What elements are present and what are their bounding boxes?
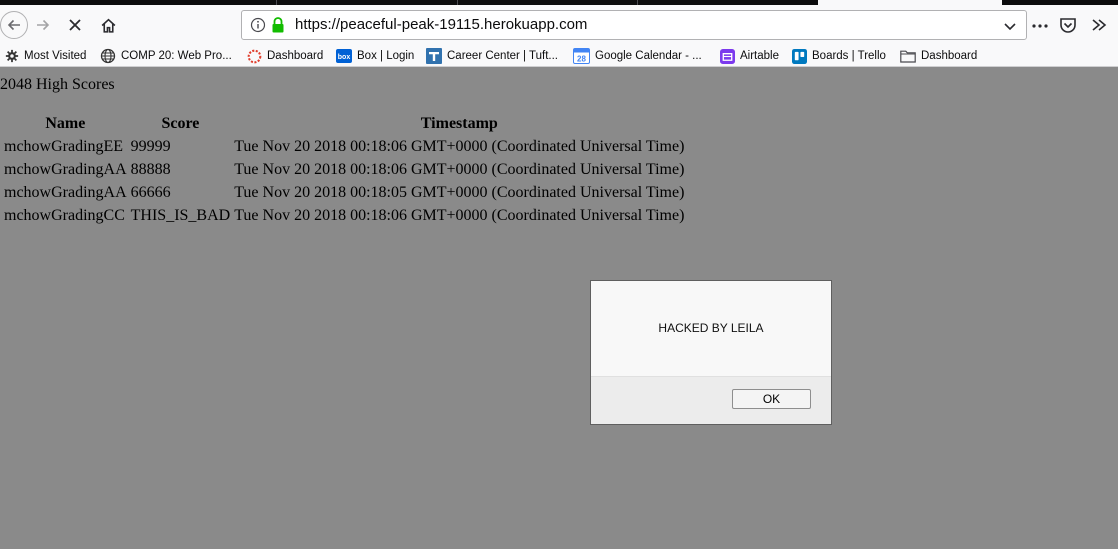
back-button[interactable] (0, 11, 28, 39)
dashboard-icon (247, 49, 262, 63)
page-title: 2048 High Scores (0, 76, 115, 93)
bookmark-trello[interactable]: Boards | Trello (792, 45, 886, 67)
bookmark-career-center[interactable]: Career Center | Tuft... (426, 45, 558, 67)
cell-name: mchowGradingEE (4, 137, 124, 155)
home-button[interactable] (95, 12, 121, 38)
ok-button[interactable]: OK (732, 389, 811, 409)
cell-timestamp: Tue Nov 20 2018 00:18:06 GMT+0000 (Coord… (234, 160, 685, 178)
bookmark-label: Boards | Trello (812, 50, 886, 62)
bookmark-folder-dashboard[interactable]: Dashboard (900, 45, 977, 67)
bookmark-label: Box | Login (357, 50, 415, 62)
svg-text:28: 28 (577, 55, 586, 64)
bookmark-label: Career Center | Tuft... (447, 50, 559, 62)
column-header-score: Score (161, 114, 200, 132)
cell-timestamp: Tue Nov 20 2018 00:18:06 GMT+0000 (Coord… (234, 137, 685, 155)
stop-button[interactable] (62, 12, 88, 38)
bookmark-box-login[interactable]: box Box | Login (336, 45, 414, 67)
bookmark-dashboard[interactable]: Dashboard (247, 45, 323, 67)
overflow-icon[interactable] (1090, 17, 1108, 33)
lock-icon (272, 17, 284, 33)
folder-icon (900, 50, 916, 63)
table-row: mchowGradingAA 66666 Tue Nov 20 2018 00:… (3, 181, 685, 204)
table-row: mchowGradingEE 99999 Tue Nov 20 2018 00:… (3, 135, 685, 158)
back-arrow-icon (7, 19, 20, 31)
bookmark-most-visited[interactable]: Most Visited (5, 45, 86, 67)
cell-score: THIS_IS_BAD (130, 206, 231, 224)
bookmark-label: Dashboard (921, 50, 978, 62)
chevron-down-icon[interactable] (1002, 18, 1018, 34)
cell-score: 66666 (130, 183, 171, 201)
table-row: mchowGradingAA 88888 Tue Nov 20 2018 00:… (3, 158, 685, 181)
bookmark-label: COMP 20: Web Pro... (121, 50, 232, 62)
bookmark-google-calendar[interactable]: 28 Google Calendar - ... (573, 45, 702, 67)
calendar-icon: 28 (573, 48, 590, 64)
cell-timestamp: Tue Nov 20 2018 00:18:06 GMT+0000 (Coord… (234, 206, 685, 224)
cell-name: mchowGradingAA (4, 160, 127, 178)
table-header-row: Name Score Timestamp (3, 112, 685, 135)
bookmark-label: Airtable (740, 50, 779, 62)
box-icon: box (336, 49, 352, 63)
globe-icon (100, 48, 116, 64)
bookmarks-toolbar: Most Visited COMP 20: Web Pro... Dashboa… (0, 45, 1118, 67)
airtable-icon (720, 48, 735, 64)
navigation-toolbar: https://peaceful-peak-19115.herokuapp.co… (0, 5, 1118, 45)
cell-name: mchowGradingAA (4, 183, 127, 201)
url-text[interactable]: https://peaceful-peak-19115.herokuapp.co… (295, 16, 587, 33)
bookmark-comp20[interactable]: COMP 20: Web Pro... (100, 45, 232, 67)
bookmark-label: Dashboard (267, 50, 324, 62)
more-icon[interactable] (1030, 18, 1050, 34)
home-icon (101, 18, 115, 33)
svg-text:box: box (338, 54, 351, 61)
bookmark-label: Most Visited (24, 50, 87, 62)
forward-arrow-icon (37, 19, 50, 31)
stop-icon (69, 19, 81, 31)
cell-score: 99999 (130, 137, 171, 155)
tufts-icon (426, 48, 442, 64)
gear-icon (5, 49, 19, 63)
column-header-timestamp: Timestamp (420, 114, 498, 132)
pocket-icon[interactable] (1059, 16, 1077, 34)
bookmark-label: Google Calendar - ... (595, 50, 702, 62)
url-bar[interactable]: https://peaceful-peak-19115.herokuapp.co… (241, 10, 1027, 40)
bookmark-airtable[interactable]: Airtable (720, 45, 779, 67)
high-scores-table: Name Score Timestamp mchowGradingEE 9999… (1, 112, 687, 227)
forward-button[interactable] (30, 12, 56, 38)
column-header-name: Name (45, 114, 86, 132)
alert-dialog: HACKED BY LEILA OK (590, 280, 832, 425)
info-icon[interactable] (250, 17, 266, 33)
alert-footer: OK (591, 376, 831, 424)
cell-name: mchowGradingCC (4, 206, 125, 224)
cell-score: 88888 (130, 160, 171, 178)
trello-icon (792, 48, 807, 64)
alert-message: HACKED BY LEILA (658, 321, 764, 335)
cell-timestamp: Tue Nov 20 2018 00:18:05 GMT+0000 (Coord… (234, 183, 685, 201)
table-row: mchowGradingCC THIS_IS_BAD Tue Nov 20 20… (3, 204, 685, 227)
